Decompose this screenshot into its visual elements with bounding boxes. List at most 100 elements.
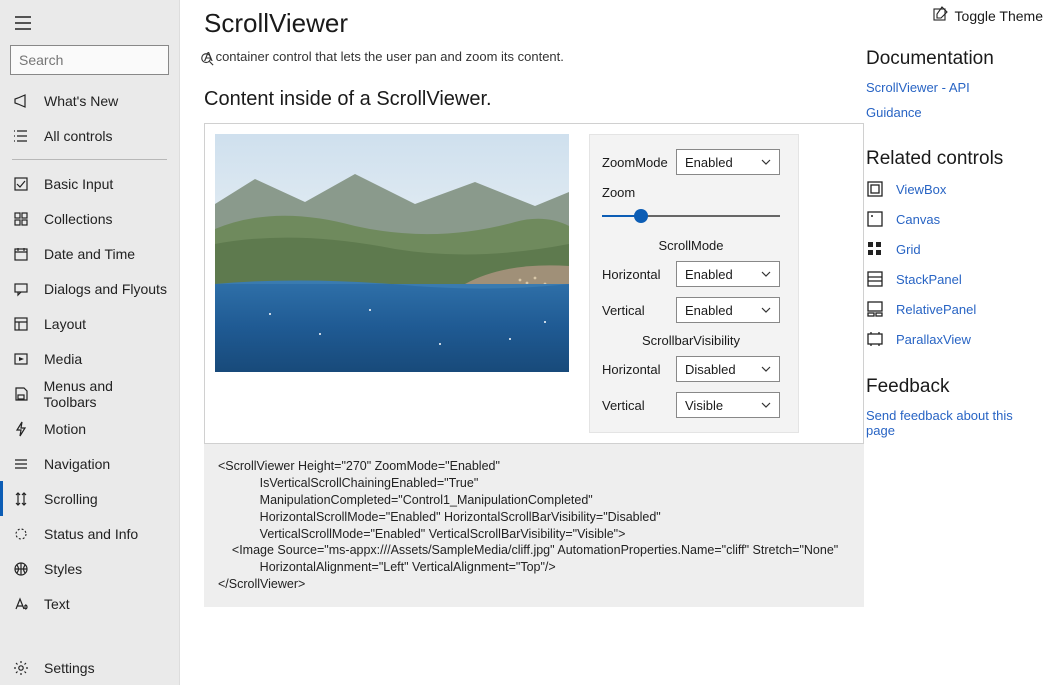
- list-icon: [12, 128, 30, 144]
- feedback-header: Feedback: [866, 376, 1041, 398]
- nav-date-and-time[interactable]: Date and Time: [0, 236, 179, 271]
- nav-label: What's New: [44, 93, 118, 109]
- zoommode-combo[interactable]: Enabled: [676, 149, 780, 175]
- combo-value: Enabled: [685, 155, 733, 170]
- nav-styles[interactable]: Styles: [0, 551, 179, 586]
- feedback-link[interactable]: Send feedback about this page: [866, 408, 1041, 438]
- control-icon: [866, 240, 884, 258]
- related-label: Canvas: [896, 212, 940, 227]
- nav-basic-input[interactable]: Basic Input: [0, 166, 179, 201]
- nav-all-controls[interactable]: All controls: [0, 118, 179, 153]
- nav-label: Basic Input: [44, 176, 113, 192]
- dots-icon: [12, 526, 30, 542]
- nav-label: Date and Time: [44, 246, 135, 262]
- megaphone-icon: [12, 93, 30, 109]
- nav-media[interactable]: Media: [0, 341, 179, 376]
- control-icon: [866, 210, 884, 228]
- chat-icon: [12, 281, 30, 297]
- nav-scrolling[interactable]: Scrolling: [0, 481, 179, 516]
- nav-motion[interactable]: Motion: [0, 411, 179, 446]
- doc-link-guidance[interactable]: Guidance: [866, 105, 1041, 120]
- nav-label: Scrolling: [44, 491, 98, 507]
- combo-value: Enabled: [685, 267, 733, 282]
- chevron-down-icon: [761, 267, 771, 282]
- save-icon: [12, 386, 30, 402]
- nav-label: Dialogs and Flyouts: [44, 281, 167, 297]
- nav-settings[interactable]: Settings: [0, 650, 179, 685]
- nav-layout[interactable]: Layout: [0, 306, 179, 341]
- nav-label: Motion: [44, 421, 86, 437]
- sbv-v-combo[interactable]: Visible: [676, 392, 780, 418]
- scrollviewer-demo[interactable]: [215, 134, 569, 372]
- combo-value: Enabled: [685, 303, 733, 318]
- related-grid[interactable]: Grid: [866, 240, 1041, 258]
- nav-label: All controls: [44, 128, 112, 144]
- chevron-down-icon: [761, 303, 771, 318]
- scrollmode-v-label: Vertical: [602, 303, 645, 318]
- lines-icon: [12, 456, 30, 472]
- nav-navigation[interactable]: Navigation: [0, 446, 179, 481]
- nav-label: Collections: [44, 211, 112, 227]
- sidebar: What's New All controls Basic Input Colle…: [0, 0, 180, 685]
- gear-icon: [12, 660, 30, 676]
- scrollmode-v-combo[interactable]: Enabled: [676, 297, 780, 323]
- right-column: Documentation ScrollViewer - API Guidanc…: [866, 48, 1041, 448]
- nav-status-and-info[interactable]: Status and Info: [0, 516, 179, 551]
- search-input[interactable]: [19, 52, 200, 68]
- zoom-label: Zoom: [602, 185, 780, 200]
- sbv-h-combo[interactable]: Disabled: [676, 356, 780, 382]
- control-icon: [866, 270, 884, 288]
- scrollmode-h-combo[interactable]: Enabled: [676, 261, 780, 287]
- nav-label: Styles: [44, 561, 82, 577]
- nav-whats-new[interactable]: What's New: [0, 83, 179, 118]
- related-parallaxview[interactable]: ParallaxView: [866, 330, 1041, 348]
- scroll-icon: [12, 491, 30, 507]
- related-label: ParallaxView: [896, 332, 971, 347]
- sbv-h-label: Horizontal: [602, 362, 661, 377]
- nav-label: Status and Info: [44, 526, 138, 542]
- hamburger-button[interactable]: [0, 10, 179, 45]
- scrollbarvis-header: ScrollbarVisibility: [602, 333, 780, 348]
- related-label: Grid: [896, 242, 921, 257]
- nav-text[interactable]: Text: [0, 586, 179, 621]
- divider: [12, 159, 167, 160]
- related-canvas[interactable]: Canvas: [866, 210, 1041, 228]
- globe-icon: [12, 561, 30, 577]
- chevron-down-icon: [761, 398, 771, 413]
- toggle-theme-label: Toggle Theme: [955, 8, 1043, 24]
- checkbox-icon: [12, 176, 30, 192]
- nav-menus-and-toolbars[interactable]: Menus and Toolbars: [0, 376, 179, 411]
- control-icon: [866, 330, 884, 348]
- demo-card: ZoomMode Enabled Zoom ScrollMode Horizon…: [204, 123, 864, 444]
- sbv-v-label: Vertical: [602, 398, 645, 413]
- search-box[interactable]: [10, 45, 169, 75]
- zoommode-label: ZoomMode: [602, 155, 668, 170]
- code-sample[interactable]: <ScrollViewer Height="270" ZoomMode="Ena…: [204, 444, 864, 607]
- layout-icon: [12, 316, 30, 332]
- nav-collections[interactable]: Collections: [0, 201, 179, 236]
- nav-label: Media: [44, 351, 82, 367]
- nav-label: Settings: [44, 660, 95, 676]
- scrollmode-h-label: Horizontal: [602, 267, 661, 282]
- related-relativepanel[interactable]: RelativePanel: [866, 300, 1041, 318]
- related-stackpanel[interactable]: StackPanel: [866, 270, 1041, 288]
- cliff-image: [215, 134, 569, 372]
- related-label: RelativePanel: [896, 302, 976, 317]
- nav-label: Menus and Toolbars: [44, 378, 167, 410]
- calendar-icon: [12, 246, 30, 262]
- nav-label: Layout: [44, 316, 86, 332]
- doc-link-api[interactable]: ScrollViewer - API: [866, 80, 1041, 95]
- nav-label: Text: [44, 596, 70, 612]
- combo-value: Visible: [685, 398, 723, 413]
- toggle-theme-button[interactable]: Toggle Theme: [933, 6, 1043, 25]
- nav-dialogs-and-flyouts[interactable]: Dialogs and Flyouts: [0, 271, 179, 306]
- zoom-slider[interactable]: [602, 208, 780, 224]
- main-content: Toggle Theme ScrollViewer A container co…: [180, 0, 1061, 685]
- media-icon: [12, 351, 30, 367]
- related-viewbox[interactable]: ViewBox: [866, 180, 1041, 198]
- related-label: StackPanel: [896, 272, 962, 287]
- combo-value: Disabled: [685, 362, 736, 377]
- chevron-down-icon: [761, 155, 771, 170]
- slider-thumb[interactable]: [634, 209, 648, 223]
- related-header: Related controls: [866, 148, 1041, 170]
